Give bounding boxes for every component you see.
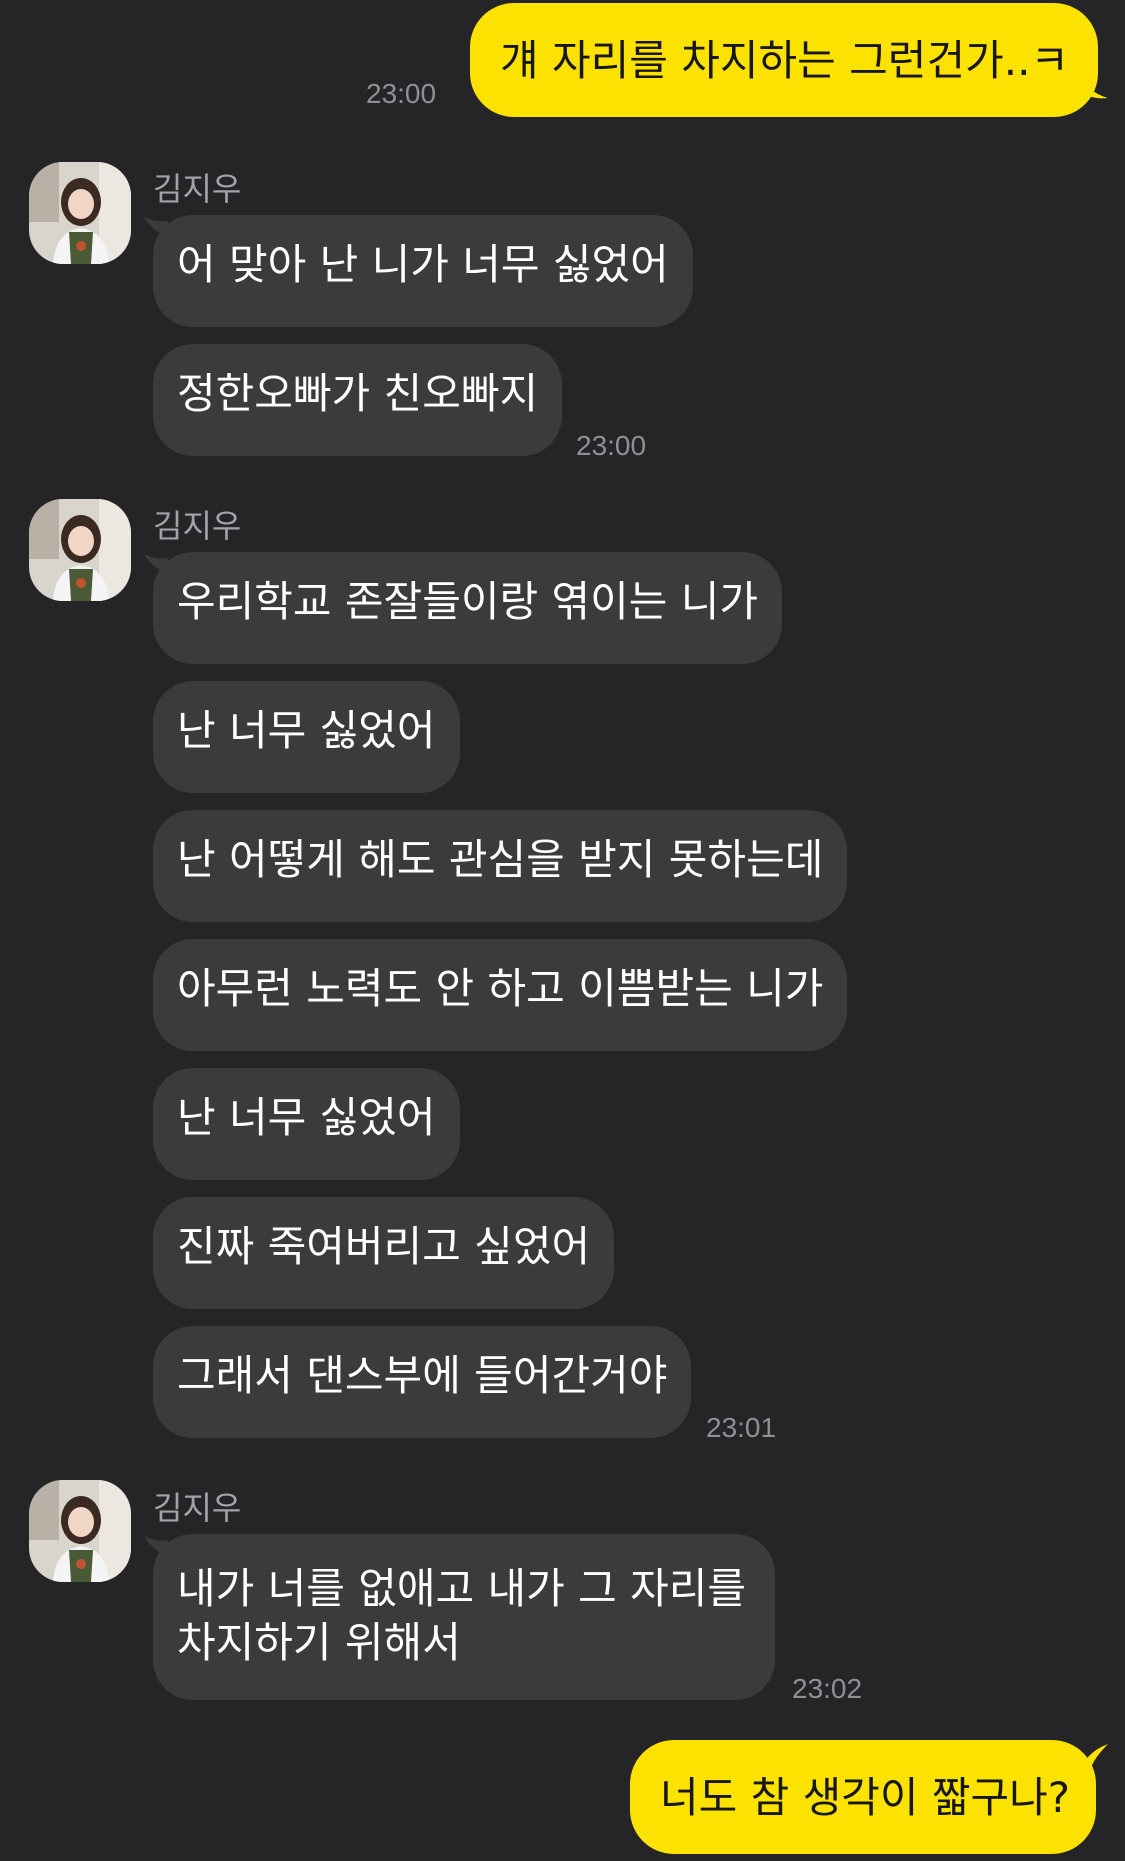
message-timestamp: 23:01	[706, 1412, 777, 1443]
sender-name: 김지우	[153, 1489, 242, 1527]
message-text: 걔 자리를 차지하는 그런건가..ㅋ	[500, 36, 1070, 85]
profile-photo-icon	[29, 162, 131, 264]
sender-name: 김지우	[153, 170, 242, 208]
message-timestamp: 23:00	[366, 78, 437, 109]
avatar[interactable]	[29, 162, 131, 264]
profile-photo-icon	[29, 499, 131, 601]
incoming-message-bubble[interactable]: 아무런 노력도 안 하고 이쁨받는 니가	[153, 939, 848, 1051]
incoming-message-bubble[interactable]: 정한오빠가 친오빠지	[153, 344, 563, 456]
message-text: 너도 참 생각이 짧구나?	[660, 1773, 1071, 1822]
message-text: 난 어떻게 해도 관심을 받지 못하는데	[177, 835, 824, 884]
message-text-line: 내가 너를 없애고 내가 그 자리를	[177, 1564, 747, 1613]
incoming-message-bubble[interactable]: 난 어떻게 해도 관심을 받지 못하는데	[153, 810, 848, 922]
message-timestamp: 23:00	[576, 430, 647, 461]
incoming-message-bubble[interactable]: 난 너무 싫었어	[153, 681, 460, 793]
incoming-message-bubble[interactable]: 어 맞아 난 니가 너무 싫었어	[153, 215, 693, 327]
message-text: 난 너무 싫었어	[177, 706, 436, 755]
avatar[interactable]	[29, 1480, 131, 1582]
message-timestamp: 23:02	[792, 1673, 863, 1704]
incoming-message-bubble[interactable]: 내가 너를 없애고 내가 그 자리를 차지하기 위해서	[153, 1534, 775, 1700]
outgoing-bubble-tail	[1078, 1744, 1108, 1774]
sender-name: 김지우	[153, 507, 242, 545]
message-text: 진짜 죽여버리고 싶었어	[177, 1222, 591, 1271]
incoming-message-bubble[interactable]: 그래서 댄스부에 들어간거야	[153, 1326, 692, 1438]
incoming-message-bubble[interactable]: 난 너무 싫었어	[153, 1068, 460, 1180]
outgoing-bubble-tail	[1078, 70, 1108, 99]
outgoing-message-bubble[interactable]: 너도 참 생각이 짧구나?	[630, 1740, 1096, 1854]
message-text: 그래서 댄스부에 들어간거야	[177, 1351, 668, 1400]
message-text: 우리학교 존잘들이랑 엮이는 니가	[177, 577, 759, 626]
message-text: 정한오빠가 친오빠지	[177, 369, 539, 418]
outgoing-message-bubble[interactable]: 걔 자리를 차지하는 그런건가..ㅋ	[470, 3, 1098, 117]
message-text-line: 차지하기 위해서	[177, 1618, 461, 1667]
message-text: 난 너무 싫었어	[177, 1093, 436, 1142]
message-text: 어 맞아 난 니가 너무 싫었어	[177, 240, 669, 289]
incoming-message-bubble[interactable]: 우리학교 존잘들이랑 엮이는 니가	[153, 552, 783, 664]
incoming-message-bubble[interactable]: 진짜 죽여버리고 싶었어	[153, 1197, 615, 1309]
profile-photo-icon	[29, 1480, 131, 1582]
message-text: 아무런 노력도 안 하고 이쁨받는 니가	[177, 964, 824, 1013]
avatar[interactable]	[29, 499, 131, 601]
